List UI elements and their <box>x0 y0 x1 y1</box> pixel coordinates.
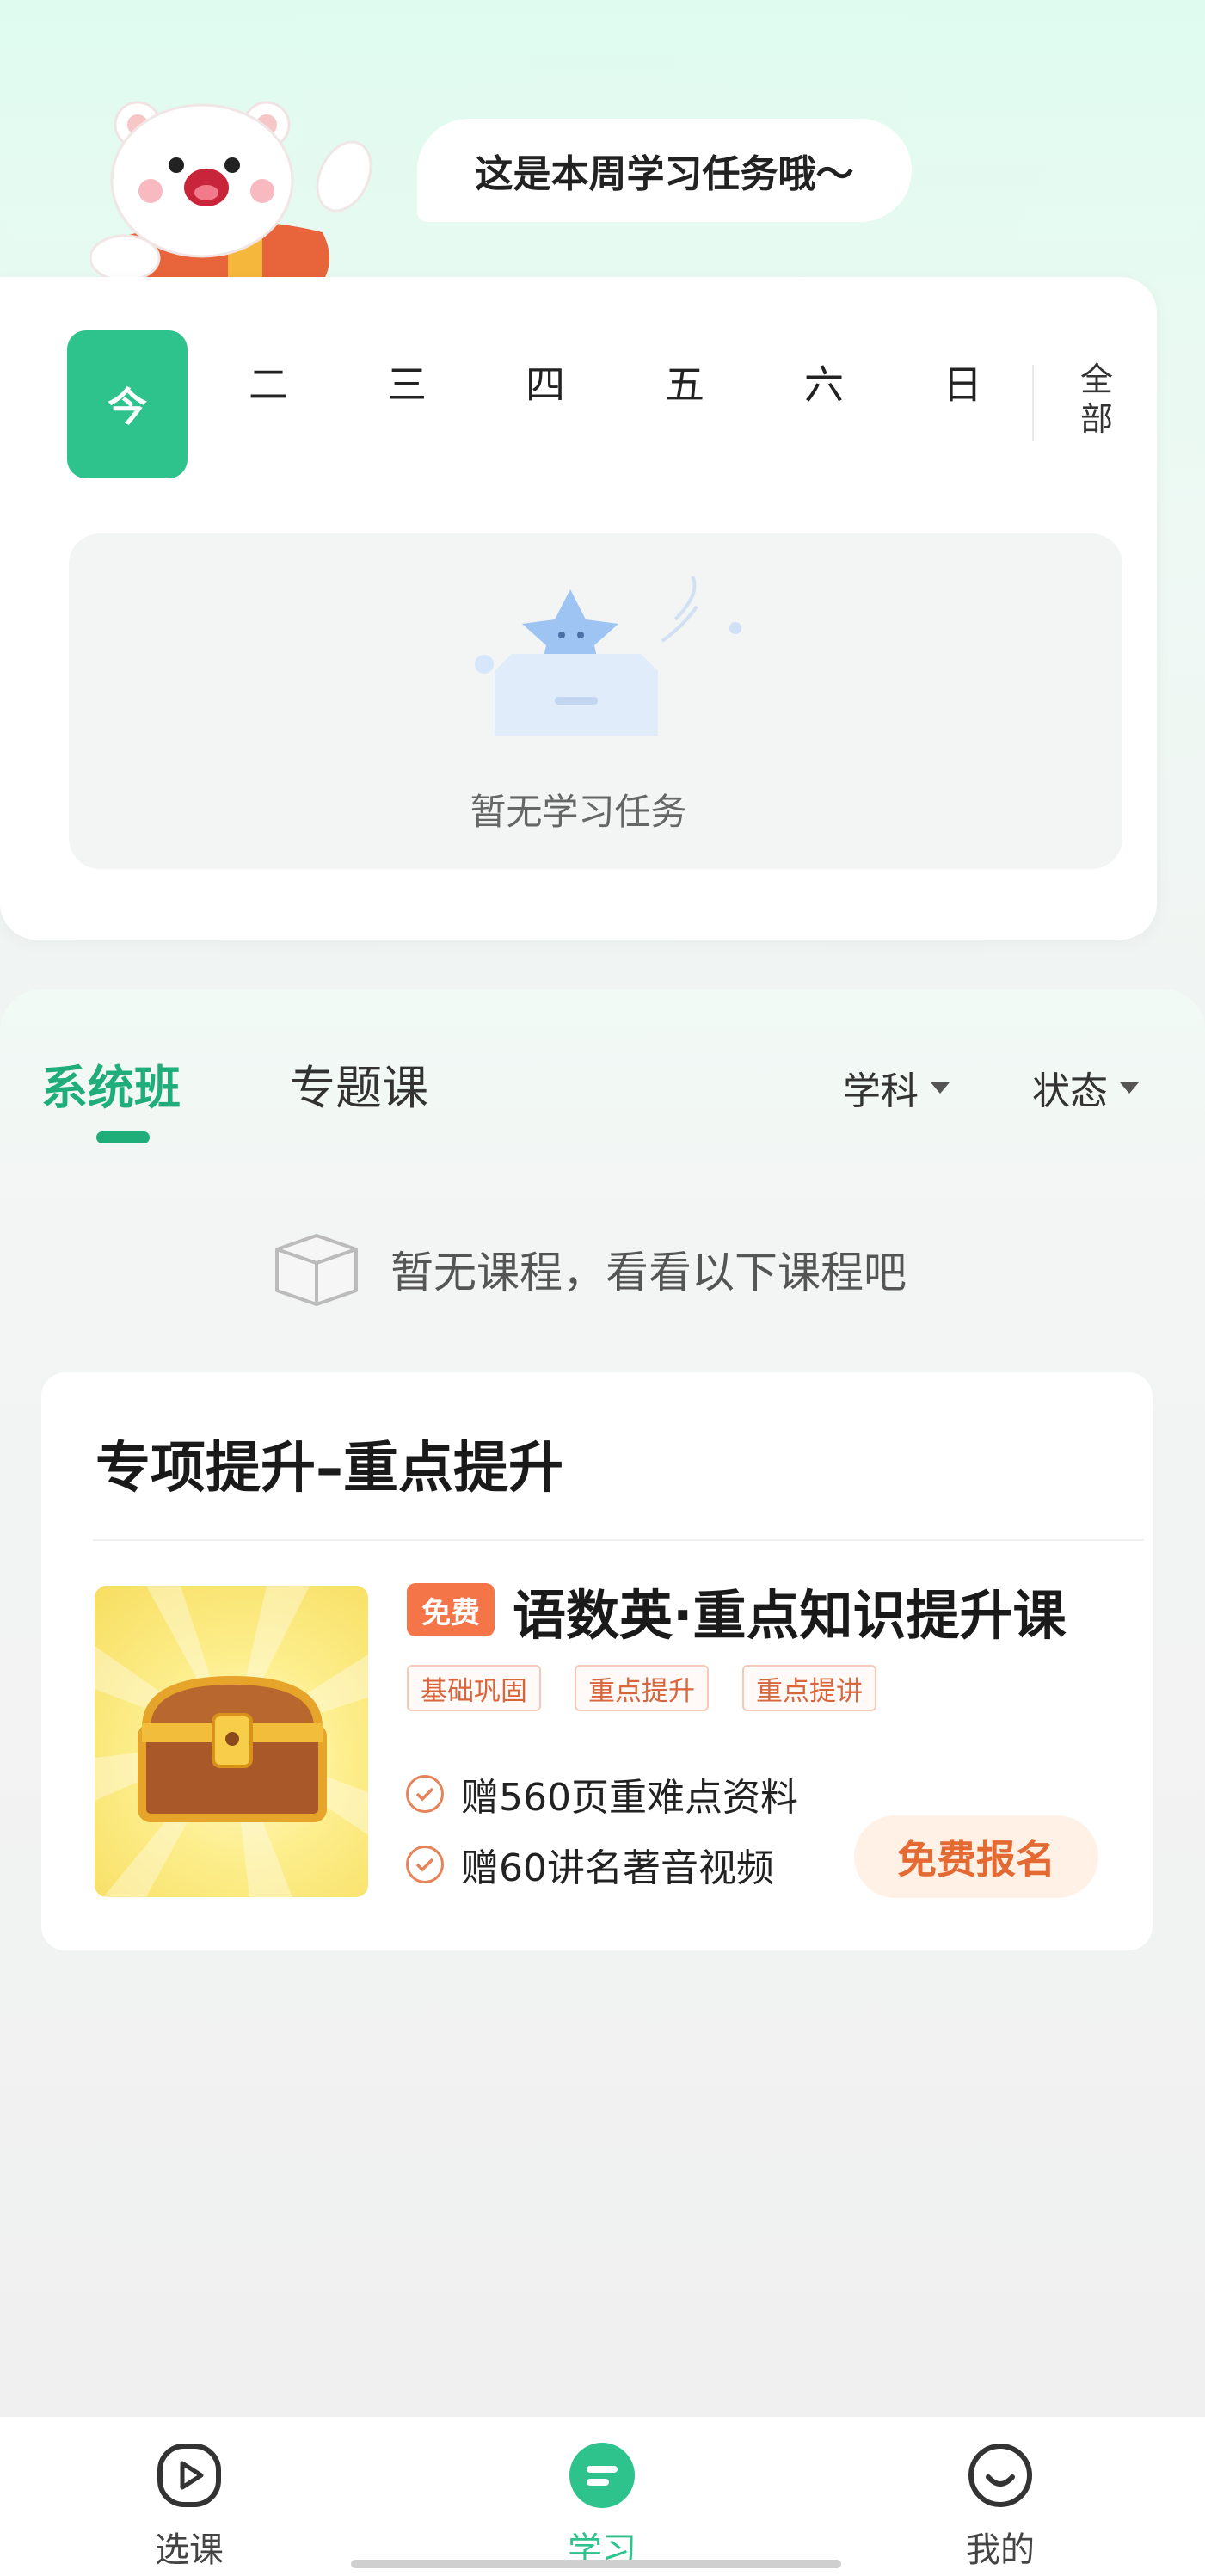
promo-course-card[interactable]: 专项提升–重点提升 免费 语数英·重点知识提升课 基础巩固 重点提升 重点提讲 … <box>41 1372 1153 1950</box>
empty-star-box-icon <box>475 576 741 736</box>
day-wednesday[interactable]: 三 <box>347 330 467 434</box>
subject-filter[interactable]: 学科 <box>843 1060 950 1115</box>
day-sunday[interactable]: 日 <box>902 330 1023 434</box>
course-thumbnail <box>95 1586 368 1897</box>
home-indicator <box>351 2560 841 2568</box>
free-enroll-button[interactable]: 免费报名 <box>854 1815 1098 1898</box>
check-circle-icon <box>406 1775 444 1813</box>
empty-box-icon <box>275 1234 358 1306</box>
day-tuesday[interactable]: 二 <box>208 330 329 434</box>
day-friday[interactable]: 五 <box>624 330 745 434</box>
bottom-tab-bar: 选课 学习 我的 <box>0 2416 1205 2576</box>
no-course-hint: 暂无课程，看看以下课程吧 <box>268 1222 956 1316</box>
perk-text: 赠560页重难点资料 <box>461 1776 798 1820</box>
all-days-button[interactable]: 全 部 <box>1062 360 1131 439</box>
check-circle-icon <box>406 1846 444 1883</box>
status-filter-label: 状态 <box>1032 1069 1108 1113</box>
perk-item: 赠560页重难点资料 <box>406 1766 798 1821</box>
caret-down-icon <box>1120 1082 1139 1094</box>
promo-section-title: 专项提升–重点提升 <box>95 1437 563 1501</box>
bubble-text: 这是本周学习任务哦～ <box>475 152 854 196</box>
no-course-text: 暂无课程，看看以下课程吧 <box>390 1248 907 1297</box>
active-tab-indicator <box>96 1131 150 1143</box>
nav-course-select[interactable]: 选课 <box>60 2417 318 2576</box>
bear-mascot-icon <box>90 101 372 293</box>
nav-mine[interactable]: 我的 <box>871 2417 1129 2576</box>
empty-task-text: 暂无学习任务 <box>470 791 687 833</box>
subject-filter-label: 学科 <box>843 1069 919 1113</box>
all-label-line2: 部 <box>1079 400 1113 438</box>
status-filter[interactable]: 状态 <box>1032 1060 1139 1115</box>
day-saturday[interactable]: 六 <box>764 330 884 434</box>
caret-down-icon <box>931 1082 950 1094</box>
nav-label: 选课 <box>155 2530 224 2570</box>
all-label-line1: 全 <box>1079 361 1113 398</box>
nav-label: 我的 <box>966 2530 1035 2570</box>
tab-topic-course[interactable]: 专题课 <box>289 1050 428 1118</box>
smile-face-icon <box>968 2444 1032 2507</box>
tab-system-class[interactable]: 系统班 <box>41 1050 181 1118</box>
treasure-chest-icon <box>95 1586 368 1897</box>
free-badge: 免费 <box>407 1583 495 1636</box>
divider <box>93 1539 1144 1541</box>
course-tag: 基础巩固 <box>407 1665 541 1711</box>
nav-study[interactable]: 学习 <box>473 2417 731 2576</box>
study-icon <box>569 2443 635 2508</box>
day-thursday[interactable]: 四 <box>485 330 606 434</box>
perk-text: 赠60讲名著音视频 <box>461 1846 774 1890</box>
divider <box>1032 365 1034 441</box>
day-today[interactable]: 今 <box>67 330 188 478</box>
mascot-speech-bubble: 这是本周学习任务哦～ <box>417 119 912 222</box>
play-circle-icon <box>157 2444 221 2507</box>
perk-item: 赠60讲名著音视频 <box>406 1837 774 1892</box>
course-tag: 重点提讲 <box>742 1665 876 1711</box>
course-name: 语数英·重点知识提升课 <box>513 1584 1067 1647</box>
course-tag: 重点提升 <box>575 1665 709 1711</box>
weekly-task-card: 今 二 三 四 五 六 日 全 部 暂无学习任务 <box>0 277 1157 940</box>
